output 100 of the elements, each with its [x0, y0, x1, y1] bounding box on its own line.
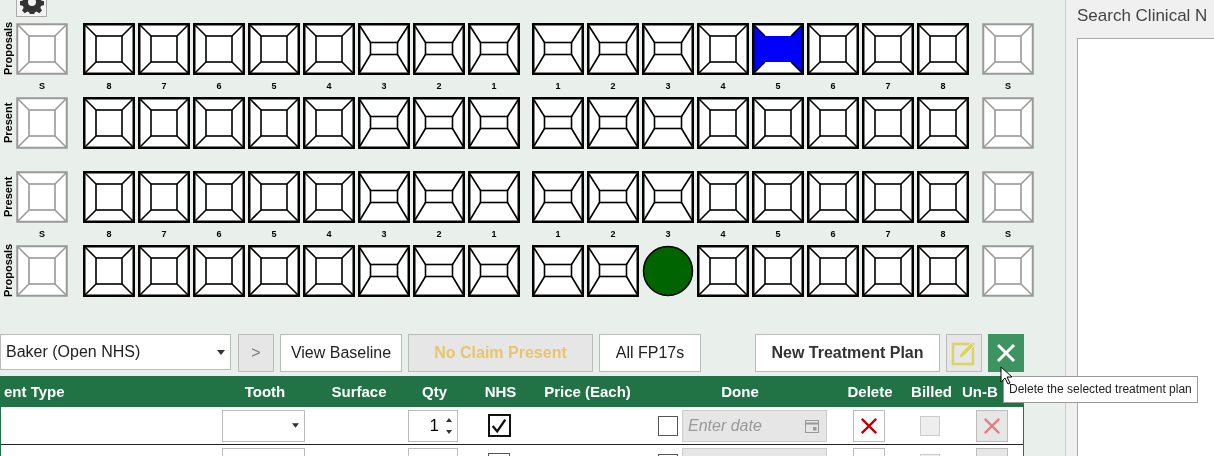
tooth-diagram[interactable]	[917, 96, 969, 149]
delete-row-button[interactable]	[852, 409, 885, 442]
tooth-diagram[interactable]	[468, 244, 520, 297]
tooth-diagram[interactable]	[532, 22, 584, 75]
tooth-diagram[interactable]	[862, 96, 914, 149]
tooth-diagram[interactable]	[862, 22, 914, 75]
tooth-number: 2	[435, 80, 443, 91]
column-header: Price (Each)	[543, 383, 632, 400]
tooth-diagram[interactable]	[697, 96, 749, 149]
new-plan-button[interactable]: New Treatment Plan	[755, 334, 940, 372]
tooth-diagram[interactable]	[83, 22, 135, 75]
tooth-diagram[interactable]	[138, 96, 190, 149]
tooth-diagram[interactable]	[413, 170, 465, 223]
tooth-diagram[interactable]	[862, 244, 914, 297]
tooth-diagram[interactable]	[807, 22, 859, 75]
tooth-diagram[interactable]	[807, 244, 859, 297]
tooth-diagram[interactable]	[642, 170, 694, 223]
tooth-number: 3	[380, 228, 388, 239]
tooth-diagram[interactable]	[807, 96, 859, 149]
tooth-number: 5	[774, 228, 782, 239]
tooth-number: 5	[774, 80, 782, 91]
tooth-diagram[interactable]	[752, 170, 804, 223]
tooth-diagram[interactable]	[83, 170, 135, 223]
settings-button[interactable]	[16, 0, 47, 17]
nhs-checkbox[interactable]	[487, 414, 511, 437]
delete-plan-button[interactable]	[988, 334, 1024, 372]
tooth-diagram[interactable]	[358, 22, 410, 75]
tooth-diagram[interactable]	[697, 244, 749, 297]
tooth-diagram[interactable]	[413, 96, 465, 149]
tooth-diagram[interactable]	[642, 22, 694, 75]
view-baseline-button[interactable]: View Baseline	[280, 334, 402, 372]
unbill-button[interactable]	[975, 409, 1008, 442]
tooth-diagram[interactable]	[587, 244, 639, 297]
tooth-diagram[interactable]	[468, 96, 520, 149]
tooth-diagram[interactable]	[83, 244, 135, 297]
tooth-diagram[interactable]	[917, 170, 969, 223]
tooth-number: S	[38, 228, 46, 239]
column-header: Tooth	[243, 383, 287, 400]
tooth-diagram[interactable]	[532, 96, 584, 149]
tooth-diagram[interactable]	[697, 170, 749, 223]
tooth-diagram[interactable]	[532, 244, 584, 297]
row-label: Proposals	[1, 22, 15, 75]
tooth-number: 3	[664, 228, 672, 239]
tooth-diagram[interactable]	[248, 96, 300, 149]
tooth-number: S	[1004, 228, 1012, 239]
search-label: Search Clinical N	[1077, 6, 1209, 27]
tooth-diagram[interactable]	[413, 244, 465, 297]
tooth-diagram[interactable]	[807, 170, 859, 223]
tooth-number: 7	[160, 80, 168, 91]
tooth-diagram[interactable]	[358, 244, 410, 297]
tooth-number: 1	[490, 228, 498, 239]
row-label: Present	[1, 101, 15, 145]
tooth-diagram[interactable]	[248, 170, 300, 223]
billed-checkbox[interactable]	[920, 415, 940, 436]
tooth-number: 7	[884, 228, 892, 239]
tooth-diagram[interactable]	[248, 22, 300, 75]
tooth-diagram[interactable]	[587, 170, 639, 223]
tooth-diagram[interactable]	[138, 170, 190, 223]
tooth-diagram[interactable]	[587, 22, 639, 75]
tooth-diagram[interactable]	[587, 96, 639, 149]
tooth-diagram[interactable]	[193, 244, 245, 297]
tooth-diagram[interactable]	[138, 244, 190, 297]
tooth-diagram[interactable]	[358, 96, 410, 149]
tooth-number: S	[1004, 80, 1012, 91]
tooth-diagram[interactable]	[193, 96, 245, 149]
tooth-diagram[interactable]	[303, 22, 355, 75]
fp17-button[interactable]: All FP17s	[599, 334, 701, 372]
tooth-diagram[interactable]	[752, 244, 804, 297]
tooth-diagram[interactable]	[642, 244, 694, 297]
tooth-number: 1	[490, 80, 498, 91]
tooth-diagram[interactable]	[642, 96, 694, 149]
row-label: Present	[1, 175, 15, 219]
tooth-number: 6	[215, 80, 223, 91]
tooth-diagram[interactable]	[917, 22, 969, 75]
course-dropdown[interactable]: Baker (Open NHS)	[0, 334, 231, 370]
caret-icon	[292, 423, 299, 428]
tooth-diagram[interactable]	[193, 22, 245, 75]
tooth-diagram[interactable]	[83, 96, 135, 149]
tooth-diagram[interactable]	[468, 22, 520, 75]
tooth-diagram[interactable]	[532, 170, 584, 223]
tooth-number: S	[38, 80, 46, 91]
column-header: Surface	[330, 383, 388, 400]
tooth-diagram[interactable]	[917, 244, 969, 297]
tooth-diagram[interactable]	[248, 244, 300, 297]
tooth-number: 3	[380, 80, 388, 91]
tooth-diagram[interactable]	[303, 96, 355, 149]
tooth-diagram[interactable]	[358, 170, 410, 223]
tooth-diagram[interactable]	[303, 244, 355, 297]
tooth-diagram[interactable]	[413, 22, 465, 75]
done-checkbox[interactable]	[658, 415, 678, 436]
tooth-diagram[interactable]	[193, 170, 245, 223]
tooth-diagram[interactable]	[303, 170, 355, 223]
tooth-diagram[interactable]	[468, 170, 520, 223]
tooth-diagram[interactable]	[138, 22, 190, 75]
tooth-diagram[interactable]	[752, 96, 804, 149]
tooth-number: 2	[609, 228, 617, 239]
tooth-number: 7	[160, 228, 168, 239]
tooth-diagram[interactable]	[862, 170, 914, 223]
qty-spinner[interactable]: 1	[408, 409, 458, 442]
tooth-diagram[interactable]	[697, 22, 749, 75]
